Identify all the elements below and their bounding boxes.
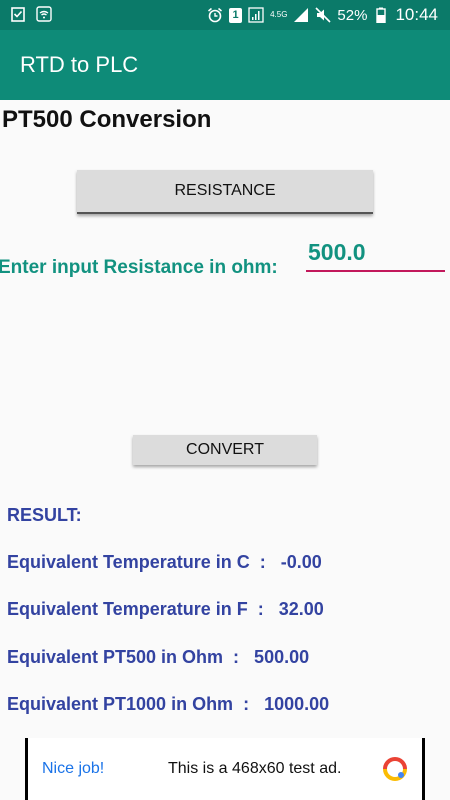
alarm-icon: [208, 7, 223, 23]
resistance-input[interactable]: 500.0: [306, 236, 445, 272]
mute-icon: [315, 7, 331, 23]
app-bar: RTD to PLC: [0, 30, 450, 100]
page-title: PT500 Conversion: [2, 106, 212, 133]
result-pt500: Equivalent PT500 in Ohm : 500.00: [7, 647, 310, 667]
result-heading: RESULT:: [7, 505, 82, 525]
result-temp-f: Equivalent Temperature in F : 32.00: [7, 599, 324, 619]
result-temp-c: Equivalent Temperature in C : -0.00: [7, 552, 322, 572]
network-icon: 4.5G: [270, 10, 288, 19]
convert-button[interactable]: CONVERT: [133, 435, 317, 465]
battery-percent: 52%: [337, 6, 368, 24]
phone-signal-icon: [248, 7, 264, 23]
ad-text[interactable]: This is a 468x60 test ad.: [168, 760, 341, 778]
input-label: Enter input Resistance in ohm:: [0, 257, 278, 278]
ad-banner[interactable]: Nice job! This is a 468x60 test ad.: [25, 738, 425, 800]
status-bar: 1 4.5G 52% 10:44: [0, 0, 450, 30]
clock-time: 10:44: [395, 5, 438, 24]
ad-nice-job[interactable]: Nice job!: [42, 760, 104, 778]
clipboard-check-icon: [11, 7, 25, 22]
resistance-button[interactable]: RESISTANCE: [77, 170, 373, 214]
result-pt1000: Equivalent PT1000 in Ohm : 1000.00: [7, 694, 330, 714]
ad-logo-icon[interactable]: [382, 756, 408, 782]
notification-badge-icon: 1: [229, 7, 243, 23]
resistance-input-value[interactable]: 500.0: [308, 239, 366, 266]
input-underline: [306, 270, 445, 272]
signal-icon: [294, 8, 309, 22]
wifi-icon: [36, 6, 52, 22]
app-title: RTD to PLC: [20, 52, 139, 77]
battery-icon: [376, 7, 387, 23]
